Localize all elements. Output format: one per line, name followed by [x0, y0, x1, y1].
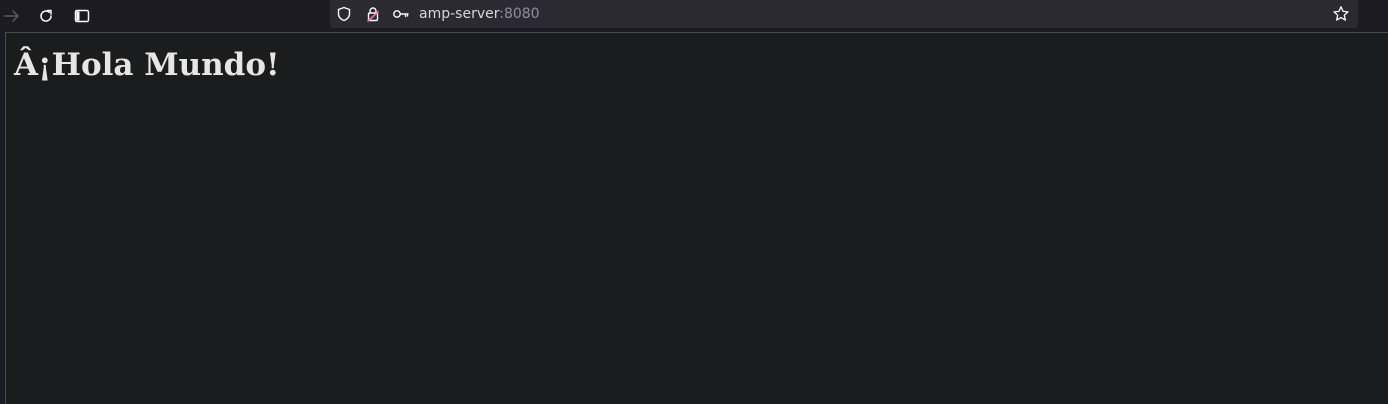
page-content: Â¡Hola Mundo!	[5, 32, 1388, 404]
url-host: amp-server	[419, 6, 500, 22]
forward-arrow-icon[interactable]	[0, 4, 24, 28]
lock-warning-icon[interactable]	[363, 4, 383, 24]
sidebar-icon[interactable]	[70, 4, 94, 28]
page-heading: Â¡Hola Mundo!	[14, 47, 280, 83]
star-icon[interactable]	[1330, 3, 1352, 25]
key-icon[interactable]	[391, 4, 411, 24]
url-bar[interactable]: amp-server:8080	[330, 0, 1358, 28]
reload-icon[interactable]	[34, 4, 58, 28]
url-text[interactable]: amp-server:8080	[419, 5, 540, 23]
url-port: :8080	[499, 6, 540, 22]
browser-toolbar: amp-server:8080	[0, 0, 1388, 32]
shield-icon[interactable]	[334, 4, 354, 24]
